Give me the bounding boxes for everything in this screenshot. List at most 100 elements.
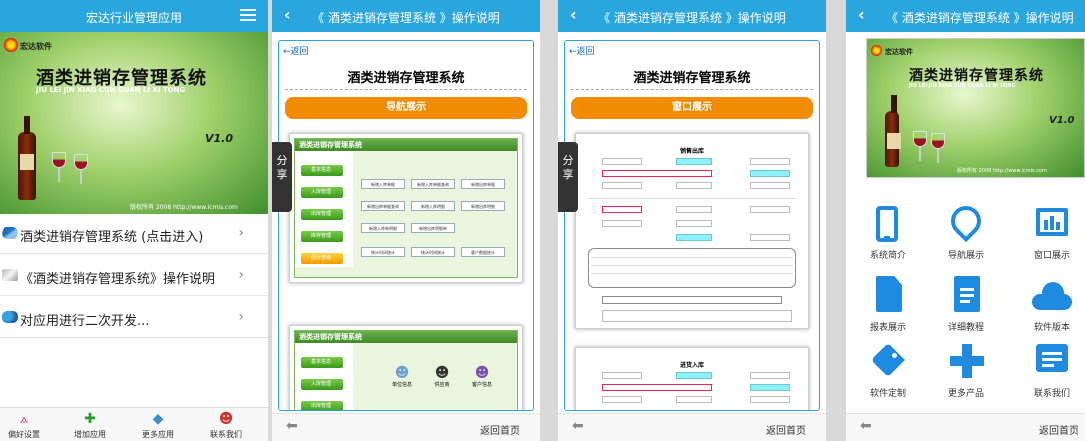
back-arrow-icon[interactable]: ⬅ [860, 418, 872, 434]
share-tab[interactable]: 分享 [272, 142, 292, 212]
compass-icon: ⟑ [19, 411, 29, 427]
banner-title: 酒类进销存管理系统 [909, 68, 1044, 84]
wine-bottle-image [885, 95, 901, 167]
nav-label: 更多应用 [142, 430, 174, 439]
puzzle-icon [2, 311, 18, 323]
home-link[interactable]: 返回首页 [766, 422, 806, 437]
tile-label: 报表展示 [869, 323, 906, 333]
app-sidebar-button: 出库管理 [301, 209, 343, 220]
home-link[interactable]: 返回首页 [1039, 422, 1079, 437]
form-field [602, 170, 712, 177]
top-bar: ‹ 《 酒类进销存管理系统 》操作说明 [558, 0, 826, 32]
share-tab[interactable]: 分享 [558, 142, 578, 212]
tile-navigation[interactable]: 导航展示 [930, 199, 1002, 261]
form-field [750, 170, 790, 177]
chevron-right-icon: › [238, 267, 244, 283]
nav-label: 偏好设置 [8, 430, 40, 439]
nav-add-app[interactable]: ✚ 增加应用 [60, 411, 120, 440]
form-field [750, 372, 790, 379]
cube-icon: ◆ [152, 411, 164, 427]
tile-version[interactable]: 软件版本 [1016, 276, 1085, 333]
form-field [602, 182, 642, 189]
app-action-button: 新增出库单据查询 [361, 201, 405, 211]
tile-contact[interactable]: 联系我们 [1016, 342, 1085, 399]
app-feature-label: 单位信息 [391, 382, 412, 388]
app-sidebar-button: 基本信息 [301, 357, 343, 368]
return-link[interactable]: ←返回 [569, 44, 595, 57]
return-link[interactable]: ←返回 [283, 44, 309, 57]
wine-glass-image [74, 154, 88, 184]
section-header: 导航展示 [285, 97, 527, 119]
tile-label: 软件版本 [1033, 323, 1070, 333]
tile-label: 系统简介 [869, 251, 906, 261]
app-action-button: 统计时间统计 [361, 247, 405, 257]
banner-image: 宏达软件 酒类进销存管理系统 JIU LEI JIN XIAO CUN GUAN… [866, 38, 1085, 178]
back-arrow-icon[interactable]: ‹ [858, 5, 865, 24]
sales-form: 销售出库 [582, 140, 802, 322]
list-item-manual[interactable]: 《酒类进销存管理系统》操作说明 › [0, 256, 268, 296]
screen-title: 宏达行业管理应用 [85, 11, 182, 25]
nav-contact[interactable]: ☻ 联系我们 [196, 411, 256, 440]
manual-content: ←返回 酒类进销存管理系统 窗口展示 销售出库 进货入库 [564, 40, 820, 411]
menu-icon[interactable] [240, 9, 256, 21]
bottom-bar: ⬅ 返回首页 [272, 413, 540, 441]
form-field [750, 384, 790, 391]
list-item-label: 《酒类进销存管理系统》操作说明 [20, 272, 216, 287]
form-field [602, 158, 642, 165]
table-row [591, 273, 793, 274]
plus-icon [930, 342, 1002, 382]
form-field [602, 372, 642, 379]
form-field [676, 206, 712, 213]
manual-content: ←返回 酒类进销存管理系统 导航展示 酒类进销存管理系统 基本信息 入库管理 出… [278, 40, 534, 411]
app-feature-item: ☻ 客户信息 [467, 365, 497, 388]
manual-home-screen: ‹ 《 酒类进销存管理系统 》操作说明 宏达软件 酒类进销存管理系统 JIU L… [846, 0, 1085, 441]
doc-title: 酒类进销存管理系统 [633, 71, 751, 86]
app-sidebar-button: 入库管理 [301, 379, 343, 390]
chevron-right-icon: › [238, 309, 244, 325]
nav-label: 联系我们 [210, 430, 242, 439]
wine-bottle-image [18, 116, 36, 200]
form-title: 销售出库 [679, 148, 704, 155]
back-arrow-icon[interactable]: ⬅ [286, 418, 298, 434]
home-link[interactable]: 返回首页 [480, 422, 520, 437]
wine-glass-image [931, 133, 945, 163]
back-arrow-icon[interactable]: ⬅ [572, 418, 584, 434]
nav-more-apps[interactable]: ◆ 更多应用 [128, 411, 188, 440]
tile-reports[interactable]: 报表展示 [852, 276, 924, 333]
app-action-button: 新增入库单明细 [361, 223, 405, 233]
customer-icon: ☻ [474, 365, 490, 381]
wine-glass-image [913, 131, 927, 161]
tile-customize[interactable]: 软件定制 [852, 342, 924, 399]
banner-copyright: 版权所有 2008 http://www.icmis.com [957, 168, 1047, 174]
app-window-title: 酒类进销存管理系统 [295, 331, 517, 343]
wine-icon [0, 227, 21, 239]
people-icon: ☻ [394, 365, 410, 381]
tile-tutorial[interactable]: 详细教程 [930, 276, 1002, 333]
banner-pinyin: JIU LEI JIN XIAO CUN GUAN LI XI TONG [909, 83, 1016, 89]
form-field [602, 206, 642, 213]
plus-icon: ✚ [84, 411, 96, 427]
person-icon: ☻ [434, 365, 450, 381]
form-field [602, 220, 642, 227]
tile-window[interactable]: 窗口展示 [1016, 204, 1085, 261]
form-field [750, 158, 790, 165]
docs-icon [2, 269, 18, 281]
top-bar: ‹ 《 酒类进销存管理系统 》操作说明 [272, 0, 540, 32]
app-action-button: 新增出库明细单 [411, 223, 455, 233]
app-feature-label: 客户信息 [471, 382, 492, 388]
app-feature-item: ☻ 供应商 [427, 365, 457, 388]
nav-preferences[interactable]: ⟑ 偏好设置 [0, 411, 54, 440]
app-sidebar-button: 统计查询 [301, 253, 343, 264]
tile-more-products[interactable]: 更多产品 [930, 342, 1002, 399]
app-feature-item: ☻ 单位信息 [387, 365, 417, 388]
list-item-develop[interactable]: 对应用进行二次开发... › [0, 298, 268, 338]
logo-icon [4, 38, 18, 52]
location-pin-icon [930, 199, 1002, 244]
form-field [750, 396, 790, 403]
nav-label: 增加应用 [74, 430, 106, 439]
logo-icon [871, 45, 882, 56]
tile-system-intro[interactable]: 系统简介 [852, 204, 924, 261]
list-item-open-system[interactable]: 酒类进销存管理系统 (点击进入) › [0, 214, 268, 254]
table-row [591, 265, 793, 266]
product-banner: 宏达软件 酒类进销存管理系统 JIU LEI JIN XIAO CUN GUAN… [846, 32, 1085, 188]
